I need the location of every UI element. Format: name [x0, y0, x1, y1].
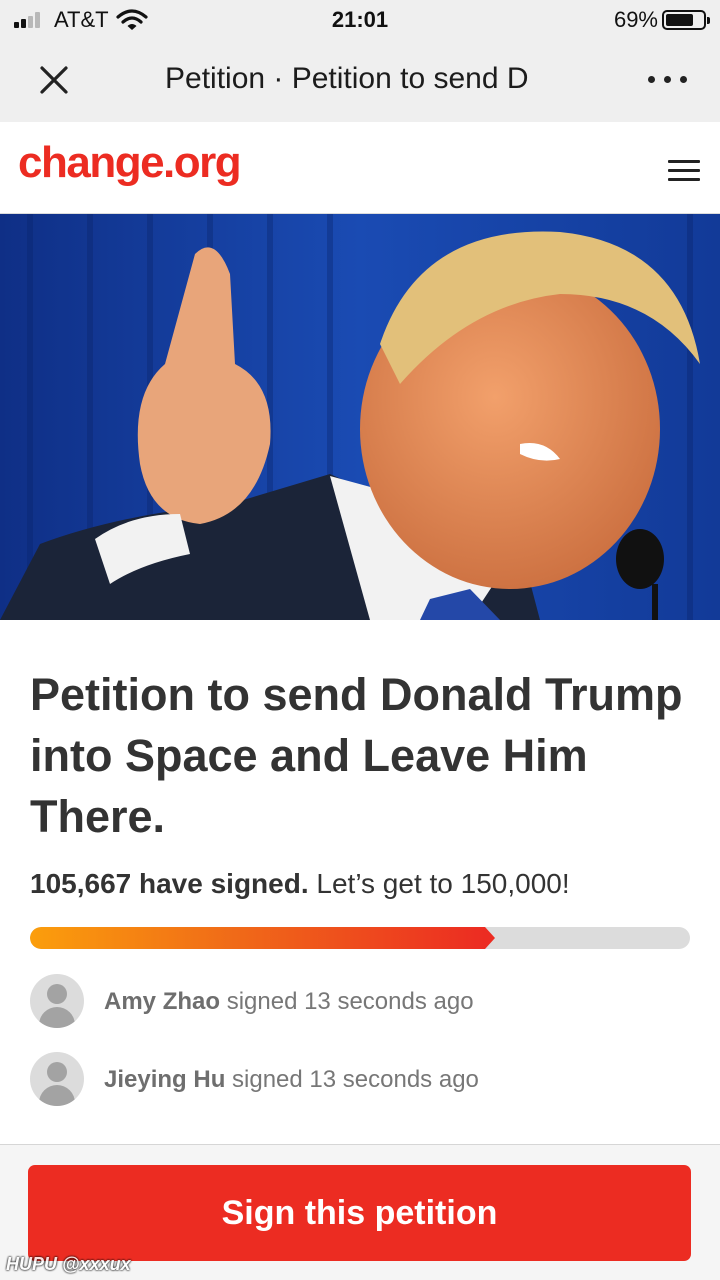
signature-progress-text: 105,667 have signed. Let’s get to 150,00…	[30, 868, 570, 900]
close-icon[interactable]	[34, 60, 74, 100]
site-header: change.org	[0, 122, 720, 214]
signer-name: Jieying Hu	[104, 1066, 226, 1093]
recent-signer: Amy Zhao signed 13 seconds ago	[30, 974, 690, 1030]
status-bar: AT&T 21:01 69%	[0, 0, 720, 40]
signature-progress-bar	[30, 927, 690, 949]
battery-icon	[662, 10, 710, 30]
progress-tip	[485, 927, 495, 949]
avatar-icon	[30, 1052, 84, 1106]
signature-goal: Let’s get to 150,000!	[316, 868, 570, 899]
signer-info: Jieying Hu signed 13 seconds ago	[104, 1066, 479, 1094]
progress-fill	[30, 927, 485, 949]
watermark: HUPU @xxxux	[6, 1254, 131, 1274]
status-time: 21:01	[331, 7, 389, 32]
petition-hero-image	[0, 214, 720, 620]
change-org-logo[interactable]: change.org	[18, 138, 242, 188]
signer-info: Amy Zhao signed 13 seconds ago	[104, 988, 474, 1016]
signer-name: Amy Zhao	[104, 988, 221, 1015]
page-title: Petition · Petition to send D	[165, 62, 529, 95]
battery-percentage: 69%	[613, 7, 658, 32]
more-options-icon[interactable]	[646, 74, 690, 86]
signature-count: 105,667 have signed.	[30, 868, 309, 899]
petition-title: Petition to send Donald Trump into Space…	[30, 669, 683, 842]
hamburger-menu-icon[interactable]	[668, 160, 702, 182]
browser-nav-bar: Petition · Petition to send D	[0, 40, 720, 122]
avatar-icon	[30, 974, 84, 1028]
signed-time: signed 13 seconds ago	[232, 1066, 479, 1093]
signed-time: signed 13 seconds ago	[226, 988, 474, 1015]
sign-petition-button[interactable]: Sign this petition	[28, 1165, 691, 1261]
recent-signer: Jieying Hu signed 13 seconds ago	[30, 1052, 690, 1108]
